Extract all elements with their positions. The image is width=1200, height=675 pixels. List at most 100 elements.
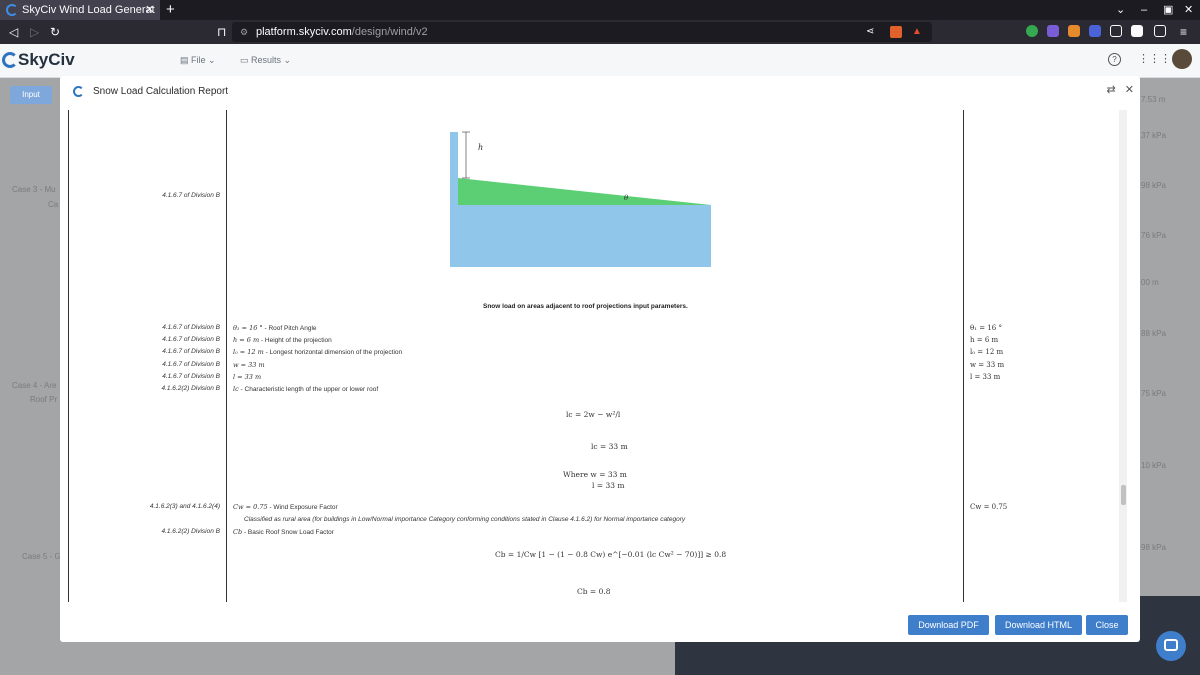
report-modal: Snow Load Calculation Report ⇄ ✕ 4.1.6.7… (60, 76, 1140, 642)
right-value: 37 kPa (1141, 131, 1166, 140)
cb-reference: 4.1.6.2(2) Division B (161, 528, 220, 535)
row-description: l₀ = 12 m - Longest horizontal dimension… (233, 348, 403, 356)
equation-cb-result: Cb = 0.8 (577, 587, 611, 596)
row-reference: 4.1.6.7 of Division B (162, 373, 220, 380)
right-value: 7.53 m (1141, 95, 1166, 104)
row-value: w = 33 m (970, 361, 1005, 369)
row-reference: 4.1.6.7 of Division B (162, 348, 220, 355)
extension-icon[interactable] (1047, 25, 1059, 37)
app-header: SkyCiv ▤ File ⌄ ▭ Results ⌄ ? ⋮⋮⋮ (0, 44, 1200, 78)
puzzle-icon[interactable] (1110, 25, 1122, 37)
url-text: platform.skyciv.com/design/wind/v2 (256, 26, 428, 38)
left-case-label: Roof Pr (30, 395, 58, 404)
grammarly-icon[interactable] (1026, 25, 1038, 37)
where-line: Where w = 33 m (563, 470, 627, 479)
tab-title: SkyCiv Wind Load Generat (22, 4, 155, 16)
cw-value: Cw = 0.75 (970, 503, 1008, 511)
right-value: 75 kPa (1141, 389, 1166, 398)
menu-icon[interactable]: ≡ (1180, 20, 1187, 44)
row-reference: 4.1.6.7 of Division B (162, 324, 220, 331)
right-value: 98 kPa (1141, 181, 1166, 190)
input-tab-button[interactable]: Input (10, 86, 52, 104)
tab-list-icon[interactable]: ⌄ (1116, 0, 1125, 20)
new-tab-icon[interactable]: + (166, 0, 175, 20)
right-value: 76 kPa (1141, 231, 1166, 240)
row-reference: 4.1.6.7 of Division B (162, 361, 220, 368)
equation-lc-result: lc = 33 m (591, 442, 628, 451)
left-case-label: Case 3 - Mu (12, 185, 56, 194)
modal-title: Snow Load Calculation Report (93, 86, 229, 97)
right-value: 10 kPa (1141, 461, 1166, 470)
forward-icon[interactable]: ▷ (30, 20, 39, 44)
row-value: l = 33 m (970, 373, 1001, 381)
download-html-button[interactable]: Download HTML (995, 615, 1082, 635)
close-button[interactable]: Close (1086, 615, 1128, 635)
row-description: l = 33 m (233, 373, 262, 381)
share-icon[interactable]: ⋖ (866, 22, 874, 42)
table-border (963, 110, 964, 602)
skyciv-logo-icon (73, 86, 84, 97)
row-description: θ₁ = 16 ° - Roof Pitch Angle (233, 324, 317, 332)
metamask-icon[interactable] (1068, 25, 1080, 37)
modal-controls: ⇄ ✕ (1107, 83, 1135, 96)
modal-close-icon[interactable]: ✕ (1125, 84, 1134, 96)
window-close-icon[interactable]: ✕ (1184, 0, 1193, 20)
chat-button[interactable] (1156, 631, 1186, 661)
tab-close-icon[interactable]: ✕ (145, 0, 154, 20)
equation-cb: Cb = 1/Cw [1 − (1 − 0.8 Cw) e^[−0.01 (lc… (495, 550, 727, 559)
cw-note: Classified as rural area (for buildings … (244, 516, 686, 523)
report-scrollbar[interactable] (1119, 110, 1127, 602)
scroll-thumb[interactable] (1121, 485, 1126, 505)
browser-tab-bar: SkyCiv Wind Load Generat ✕ + ⌄ – ▣ ✕ (0, 0, 1200, 20)
rewards-icon[interactable]: ▲ (912, 22, 922, 42)
brave-shield-icon[interactable] (890, 26, 902, 38)
row-value: l₀ = 12 m (970, 348, 1004, 356)
row-value: h = 6 m (970, 336, 999, 344)
file-menu[interactable]: ▤ File ⌄ (180, 55, 216, 66)
left-case-label: Case 5 - G (22, 552, 61, 561)
building-body (450, 205, 711, 267)
browser-tab[interactable]: SkyCiv Wind Load Generat ✕ (0, 0, 160, 20)
roof-projection-diagram: h θ (450, 131, 711, 267)
snow-drift (458, 178, 711, 205)
bookmark-icon[interactable]: ⊓ (217, 20, 226, 44)
cb-description: Cb - Basic Roof Snow Load Factor (233, 528, 334, 536)
where-line: l = 33 m (592, 481, 625, 490)
report-body[interactable]: 4.1.6.7 of Division B h θ Snow load on a… (68, 110, 1120, 602)
restore-icon[interactable]: ▣ (1163, 0, 1173, 20)
skyciv-favicon-icon (6, 4, 18, 16)
app-logo[interactable]: SkyCiv (18, 50, 75, 70)
row-reference: 4.1.6.2(2) Division B (161, 385, 220, 392)
wallet-icon[interactable] (1154, 25, 1166, 37)
avatar[interactable] (1172, 49, 1192, 69)
cw-reference: 4.1.6.2(3) and 4.1.6.2(4) (149, 503, 220, 510)
results-menu[interactable]: ▭ Results ⌄ (240, 55, 291, 66)
navigation-toolbar: ◁ ▷ ↻ ⊓ ⚙ platform.skyciv.com/design/win… (0, 20, 1200, 44)
help-icon[interactable]: ? (1108, 53, 1121, 66)
left-case-label: Ca (48, 200, 59, 209)
url-bar[interactable]: ⚙ platform.skyciv.com/design/wind/v2 ⋖ ▲ (232, 22, 932, 42)
figure-reference: 4.1.6.7 of Division B (162, 192, 220, 199)
translate-icon[interactable] (1089, 25, 1101, 37)
reload-icon[interactable]: ↻ (50, 20, 60, 44)
figure-caption: Snow load on areas adjacent to roof proj… (483, 303, 688, 310)
back-icon[interactable]: ◁ (9, 20, 18, 44)
cw-description: Cw = 0.75 - Wind Exposure Factor (233, 503, 338, 511)
right-value: 98 kPa (1141, 543, 1166, 552)
toggle-icon[interactable]: ⇄ (1107, 84, 1116, 96)
right-value: 00 m (1141, 278, 1159, 287)
minimize-icon[interactable]: – (1141, 0, 1147, 20)
row-description: w = 33 m (233, 361, 265, 369)
equation-lc: lc = 2w − w²/l (566, 410, 621, 419)
row-description: lc - Characteristic length of the upper … (233, 385, 379, 393)
row-description: h = 6 m - Height of the projection (233, 336, 332, 344)
download-pdf-button[interactable]: Download PDF (908, 615, 989, 635)
apps-grid-icon[interactable]: ⋮⋮⋮ (1138, 52, 1171, 65)
label-h: h (478, 143, 483, 152)
skyciv-logo-icon (2, 52, 18, 68)
site-info-icon[interactable]: ⚙ (240, 22, 248, 42)
chat-icon (1164, 639, 1178, 651)
row-value: θ₁ = 16 ° (970, 324, 1002, 332)
sidebar-icon[interactable] (1131, 25, 1143, 37)
left-case-label: Case 4 - Are (12, 381, 57, 390)
